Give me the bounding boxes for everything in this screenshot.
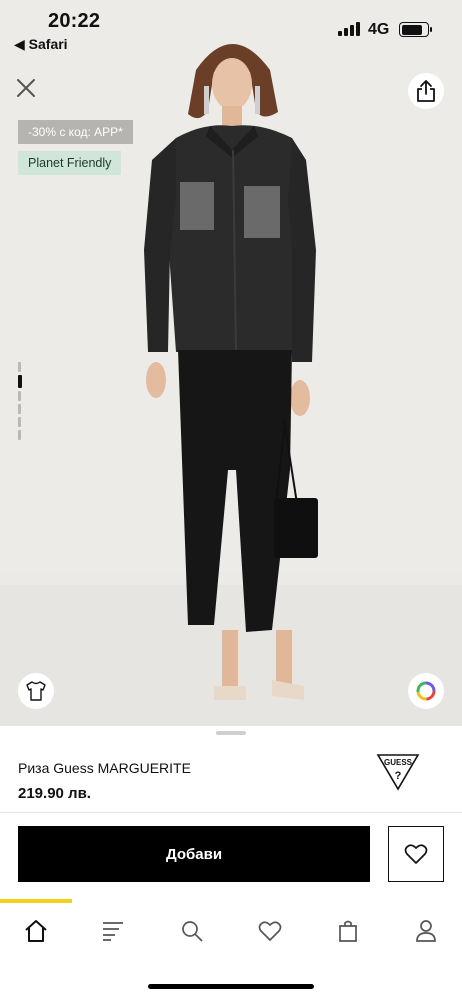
planet-friendly-badge: Planet Friendly: [18, 151, 122, 175]
svg-text:GUESS: GUESS: [384, 758, 413, 767]
battery-icon: [399, 22, 432, 37]
bottom-tab-bar: [0, 903, 462, 963]
product-photo[interactable]: [0, 0, 462, 726]
color-selector-button[interactable]: [408, 673, 444, 709]
share-icon: [417, 80, 435, 102]
tab-bag[interactable]: [334, 917, 362, 945]
status-bar: 20:22 ◀ Safari 4G: [0, 0, 462, 58]
wishlist-button[interactable]: [388, 826, 444, 882]
user-icon: [416, 920, 436, 942]
model-illustration: [144, 44, 318, 700]
status-time: 20:22: [48, 10, 101, 32]
gallery-dot[interactable]: [18, 430, 21, 440]
gallery-dot[interactable]: [18, 417, 21, 427]
menu-icon: [103, 922, 123, 941]
tshirt-icon: [26, 681, 46, 701]
search-icon: [182, 921, 203, 942]
back-to-app[interactable]: ◀ Safari: [14, 36, 68, 53]
divider: [0, 812, 462, 813]
home-icon: [25, 920, 47, 942]
close-icon[interactable]: [14, 76, 38, 100]
product-price: 219.90 лв.: [18, 785, 91, 802]
gallery-dot[interactable]: [18, 362, 21, 372]
share-button[interactable]: [408, 73, 444, 109]
signal-icon: [338, 22, 362, 36]
sheet-handle[interactable]: [216, 731, 246, 735]
gallery-indicator[interactable]: [18, 362, 24, 443]
size-guide-button[interactable]: [18, 673, 54, 709]
gallery-dot-active[interactable]: [18, 375, 22, 388]
svg-text:?: ?: [395, 770, 402, 782]
tab-home[interactable]: [22, 917, 50, 945]
discount-badge: -30% с код: APP*: [18, 120, 133, 144]
tab-account[interactable]: [412, 917, 440, 945]
heart-icon: [404, 844, 428, 864]
gallery-dot[interactable]: [18, 404, 21, 414]
add-to-cart-button[interactable]: Добави: [18, 826, 370, 882]
brand-logo[interactable]: GUESS ?: [375, 752, 421, 792]
product-name: Риза Guess MARGUERITE: [18, 760, 191, 776]
home-indicator[interactable]: [148, 984, 314, 989]
tab-catalog[interactable]: [99, 917, 127, 945]
gallery-dot[interactable]: [18, 391, 21, 401]
network-type: 4G: [368, 21, 390, 38]
color-wheel-icon: [416, 681, 436, 701]
tab-wishlist[interactable]: [256, 917, 284, 945]
heart-icon: [258, 921, 282, 941]
bag-icon: [339, 920, 357, 942]
tab-search[interactable]: [178, 917, 206, 945]
